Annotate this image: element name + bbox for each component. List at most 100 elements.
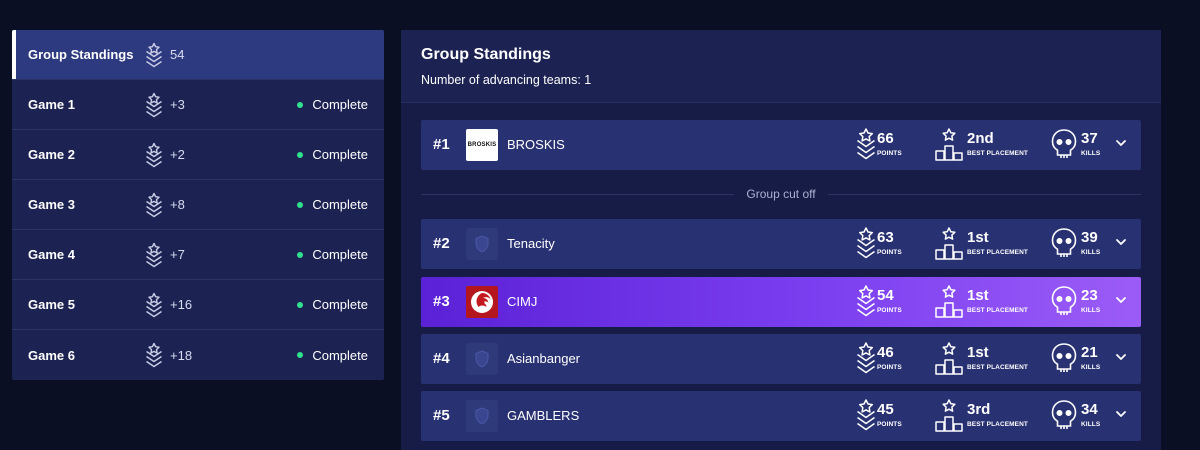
placement-label: BEST PLACEMENT — [967, 150, 1028, 157]
divider-line — [421, 193, 735, 195]
placement-value: 2nd — [967, 130, 994, 147]
sidebar-item-label: Game 3 — [28, 197, 75, 212]
team-logo: BROSKIS — [466, 129, 498, 161]
placement-value: 1st — [967, 287, 989, 304]
points-label: POINTS — [877, 150, 902, 157]
team-name: Tenacity — [507, 236, 555, 251]
kills-value: 37 — [1081, 130, 1098, 147]
chevron-down-icon[interactable] — [1115, 351, 1127, 363]
skull-icon — [1051, 286, 1077, 315]
points-badge-icon — [146, 92, 162, 118]
sidebar-item-game-2[interactable]: Game 2 +2 Complete — [12, 130, 384, 180]
points-badge-icon — [146, 342, 162, 368]
points-value: 63 — [877, 229, 894, 246]
standings-header: Group Standings Number of advancing team… — [401, 30, 1161, 103]
points-value: 46 — [877, 344, 894, 361]
team-emblem-icon — [471, 291, 493, 313]
status-dot — [297, 101, 304, 108]
status-text: Complete — [312, 97, 368, 112]
sidebar-item-label: Game 2 — [28, 147, 75, 162]
placement-label: BEST PLACEMENT — [967, 307, 1028, 314]
podium-star-icon — [935, 399, 963, 432]
sidebar-item-group-standings[interactable]: Group Standings 54 — [12, 30, 384, 80]
standings-row-highlighted[interactable]: #3 CIMJ 54 POINTS 1st BEST PLACEMENT 23 … — [421, 277, 1141, 327]
points-badge-icon — [857, 128, 875, 160]
sidebar-item-game-6[interactable]: Game 6 +18 Complete — [12, 330, 384, 380]
podium-star-icon — [935, 128, 963, 161]
divider-line — [827, 193, 1141, 195]
status-dot — [297, 352, 304, 358]
status-dot — [297, 201, 304, 208]
placement-label: BEST PLACEMENT — [967, 364, 1028, 371]
team-name: BROSKIS — [507, 137, 565, 152]
status-text: Complete — [312, 247, 368, 262]
sidebar-item-game-3[interactable]: Game 3 +8 Complete — [12, 180, 384, 230]
sidebar-item-points: +3 — [170, 97, 185, 112]
sidebar-item-points: +16 — [170, 297, 193, 312]
skull-icon — [1051, 129, 1077, 158]
chevron-down-icon[interactable] — [1115, 294, 1127, 306]
placement-value: 1st — [967, 229, 989, 246]
team-name: Asianbanger — [507, 351, 580, 366]
placement-label: BEST PLACEMENT — [967, 249, 1028, 256]
podium-star-icon — [935, 227, 963, 260]
points-badge-icon — [857, 285, 875, 317]
group-cutoff-label: Group cut off — [746, 187, 816, 201]
team-rank: #5 — [433, 407, 450, 424]
sidebar-item-points: +2 — [170, 147, 185, 162]
status-badge: Complete — [297, 297, 368, 312]
team-logo — [466, 286, 498, 318]
team-rank: #1 — [433, 136, 450, 153]
status-text: Complete — [312, 147, 368, 162]
sidebar-item-game-4[interactable]: Game 4 +7 Complete — [12, 230, 384, 280]
shield-icon — [475, 235, 489, 253]
team-name: GAMBLERS — [507, 408, 580, 423]
team-rank: #4 — [433, 350, 450, 367]
points-badge-icon — [146, 192, 162, 218]
team-name: CIMJ — [507, 294, 538, 309]
status-badge: Complete — [297, 247, 368, 262]
points-label: POINTS — [877, 249, 902, 256]
status-dot — [297, 251, 304, 258]
skull-icon — [1051, 228, 1077, 257]
points-label: POINTS — [877, 421, 902, 428]
placement-label: BEST PLACEMENT — [967, 421, 1028, 428]
sidebar-item-label: Group Standings — [28, 47, 134, 62]
chevron-down-icon[interactable] — [1115, 137, 1127, 149]
sidebar-item-game-1[interactable]: Game 1 +3 Complete — [12, 80, 384, 130]
chevron-down-icon[interactable] — [1115, 408, 1127, 420]
skull-icon — [1051, 400, 1077, 429]
points-badge-icon — [857, 399, 875, 431]
kills-value: 21 — [1081, 344, 1098, 361]
placement-value: 1st — [967, 344, 989, 361]
game-sidebar: Group Standings 54 Game 1 +3 Complete Ga… — [12, 30, 384, 380]
sidebar-item-label: Game 5 — [28, 297, 75, 312]
standings-row[interactable]: #5 GAMBLERS 45 POINTS 3rd BEST PLACEMENT… — [421, 391, 1141, 441]
status-dot — [297, 301, 304, 308]
status-badge: Complete — [297, 147, 368, 162]
team-logo-placeholder — [466, 400, 498, 432]
sidebar-item-label: Game 4 — [28, 247, 75, 262]
kills-label: KILLS — [1081, 150, 1101, 157]
sidebar-item-points: +8 — [170, 197, 185, 212]
kills-value: 39 — [1081, 229, 1098, 246]
chevron-down-icon[interactable] — [1115, 236, 1127, 248]
sidebar-item-points: 54 — [170, 47, 185, 62]
status-text: Complete — [312, 297, 368, 312]
points-badge-icon — [146, 242, 162, 268]
points-value: 66 — [877, 130, 894, 147]
skull-icon — [1051, 343, 1077, 372]
points-label: POINTS — [877, 364, 902, 371]
team-logo-text: BROSKIS — [467, 142, 497, 148]
standings-row[interactable]: #1 BROSKIS BROSKIS 66 POINTS 2nd BEST PL… — [421, 120, 1141, 170]
team-rank: #3 — [433, 293, 450, 310]
status-text: Complete — [312, 197, 368, 212]
status-badge: Complete — [297, 97, 368, 112]
standings-row[interactable]: #4 Asianbanger 46 POINTS 1st BEST PLACEM… — [421, 334, 1141, 384]
kills-label: KILLS — [1081, 364, 1101, 371]
team-rank: #2 — [433, 235, 450, 252]
sidebar-item-label: Game 1 — [28, 97, 75, 112]
standings-row[interactable]: #2 Tenacity 63 POINTS 1st BEST PLACEMENT… — [421, 219, 1141, 269]
kills-label: KILLS — [1081, 421, 1101, 428]
sidebar-item-game-5[interactable]: Game 5 +16 Complete — [12, 280, 384, 330]
